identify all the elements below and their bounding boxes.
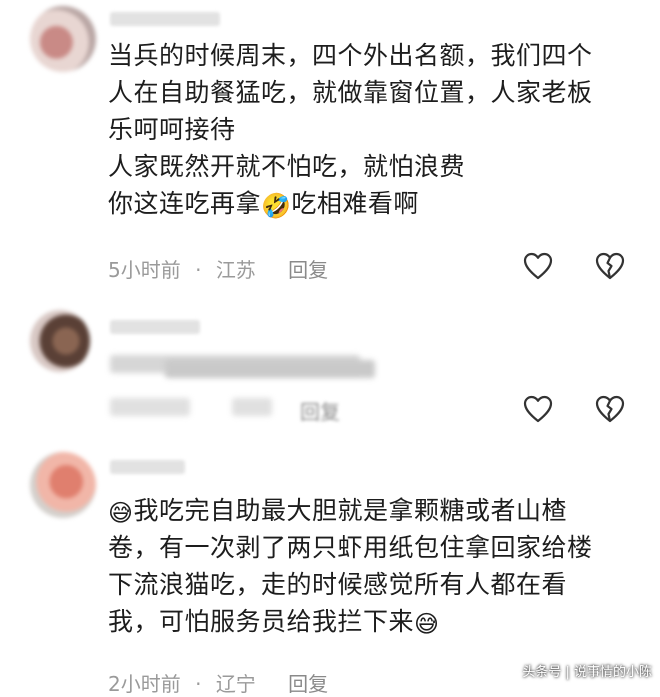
- comment-meta: 5小时前 · 江苏 回复: [108, 254, 328, 283]
- comment-text-segment: 你这连吃再拿: [108, 189, 262, 218]
- username[interactable]: [110, 320, 200, 334]
- watermark: 头条号 | 说事情的小陈: [522, 665, 652, 680]
- comment-text-segment: 吃相难看啊: [291, 189, 419, 218]
- separator: ·: [195, 258, 202, 282]
- comment-text-segment: 我吃完自助最大胆就是拿颗糖或者山楂: [133, 496, 568, 525]
- timestamp: 5小时前: [108, 258, 181, 282]
- broken-heart-icon[interactable]: [595, 395, 625, 423]
- heart-outline-icon[interactable]: [523, 395, 553, 423]
- comment-line: 当兵的时候周末，四个外出名额，我们四个: [108, 41, 593, 70]
- comment-line: 你这连吃再拿🤣吃相难看啊: [108, 185, 638, 222]
- avatar[interactable]: [30, 310, 90, 372]
- username[interactable]: [110, 460, 185, 474]
- comment-text-segment: 我，可怕服务员给我拦下来: [108, 607, 415, 636]
- location: 江苏: [215, 258, 256, 282]
- username[interactable]: [110, 12, 220, 26]
- reply-button[interactable]: 回复: [288, 258, 328, 282]
- separator: ·: [195, 672, 202, 696]
- comment-line: 卷，有一次剥了两只虾用纸包住拿回家给楼: [108, 533, 593, 562]
- comment-line: 😅我吃完自助最大胆就是拿颗糖或者山楂: [108, 492, 638, 529]
- comment-meta: 2小时前 · 辽宁 回复: [108, 668, 328, 697]
- redacted-text: [232, 398, 272, 416]
- comment-line: 人在自助餐猛吃，就做靠窗位置，人家老板: [108, 78, 593, 107]
- comment-line: 人家既然开就不怕吃，就怕浪费: [108, 152, 466, 181]
- redacted-text: [165, 360, 375, 378]
- comment-text: 当兵的时候周末，四个外出名额，我们四个 人在自助餐猛吃，就做靠窗位置，人家老板 …: [108, 37, 638, 222]
- rofl-emoji-icon: 🤣: [261, 192, 292, 220]
- avatar[interactable]: [30, 452, 96, 518]
- comment-text: 😅我吃完自助最大胆就是拿颗糖或者山楂 卷，有一次剥了两只虾用纸包住拿回家给楼 下…: [108, 492, 638, 640]
- redacted-text: [110, 398, 190, 416]
- reply-button[interactable]: 回复: [288, 672, 328, 696]
- comment-line: 我，可怕服务员给我拦下来😅: [108, 603, 638, 640]
- comment-meta: 回复: [300, 396, 340, 425]
- sweat-smile-emoji-icon: 😅: [108, 499, 134, 527]
- heart-outline-icon[interactable]: [523, 252, 553, 280]
- location: 辽宁: [215, 672, 256, 696]
- timestamp: 2小时前: [108, 672, 181, 696]
- avatar[interactable]: [30, 6, 96, 72]
- broken-heart-icon[interactable]: [595, 252, 625, 280]
- sweat-smile-emoji-icon: 😅: [414, 610, 440, 638]
- reply-button[interactable]: 回复: [300, 400, 340, 424]
- comment-line: 乐呵呵接待: [108, 115, 236, 144]
- comment-line: 下流浪猫吃，走的时候感觉所有人都在看: [108, 570, 568, 599]
